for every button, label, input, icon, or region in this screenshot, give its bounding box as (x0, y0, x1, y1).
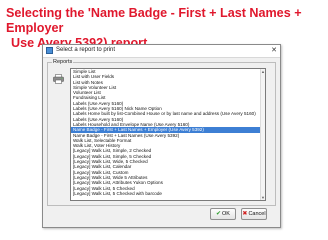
caption-line-1: Selecting the 'Name Badge - First + Last… (6, 6, 302, 35)
reports-group-label: Reports (52, 58, 74, 66)
report-dialog: Select a report to print ✕ Reports Simpl… (42, 44, 281, 228)
list-item[interactable]: [Legacy] Walk List, 5 Checked with barco… (71, 191, 265, 196)
close-button[interactable]: ✕ (271, 46, 277, 55)
reports-group: Reports Simple List List with User Fields… (47, 58, 276, 206)
check-icon: ✔ (216, 211, 222, 217)
window-title: Select a report to print (56, 47, 116, 53)
ok-label: OK (222, 211, 230, 217)
list-item[interactable]: Labels Home built by list-Combined House… (71, 111, 265, 116)
cancel-icon: ✖ (242, 211, 248, 217)
listbox-scrollbar[interactable]: ▲ ▼ (260, 69, 265, 200)
cancel-label: Cancel (248, 211, 266, 217)
cancel-button[interactable]: ✖Cancel (241, 208, 267, 220)
printer-icon (53, 74, 64, 84)
scroll-down-icon[interactable]: ▼ (261, 195, 265, 200)
scroll-up-icon[interactable]: ▲ (261, 69, 265, 74)
title-bar: Select a report to print ✕ (43, 45, 280, 58)
app-icon (46, 47, 53, 54)
reports-listbox[interactable]: Simple List List with User Fields List wit… (70, 68, 266, 201)
report-list: Simple List List with User Fields List wit… (71, 69, 265, 196)
ok-button[interactable]: ✔OK (210, 208, 236, 220)
